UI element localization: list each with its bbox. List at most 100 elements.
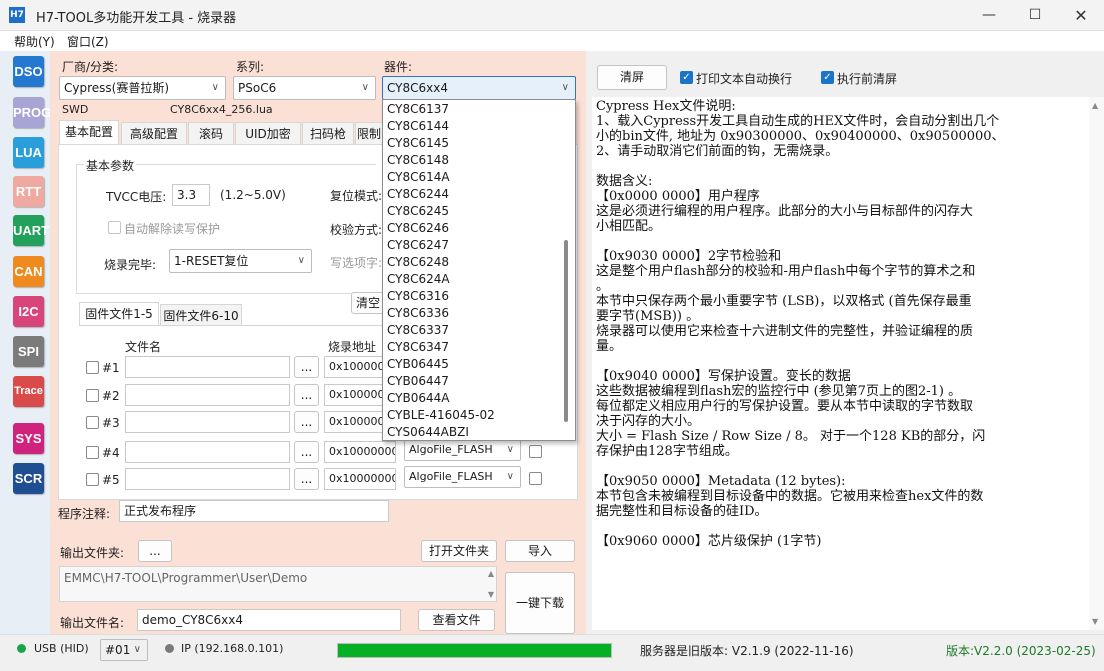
tab-basic[interactable]: 基本配置 [59,120,119,144]
file-row-checkbox[interactable] [86,446,99,459]
device-option[interactable]: CY8C6148 [387,152,449,169]
nav-can-button[interactable]: CAN [13,256,44,287]
log-line: 每位都定义相应用户行的写保护设置。要从本节中读取的字节数取 [596,399,974,414]
algo-file-select[interactable]: AlgoFile_FLASH ∨ [404,439,521,461]
file-name-input[interactable] [125,356,290,378]
device-option[interactable]: CY8C6137 [387,101,449,118]
import-button[interactable]: 导入 [505,540,575,562]
after-program-select[interactable]: 1-RESET复位 ∨ [169,249,312,273]
file-address-input[interactable]: 0x10000000 [324,441,396,463]
file-row-checkbox[interactable] [86,473,99,486]
scroll-down-icon[interactable]: ▼ [488,590,494,599]
file-address-input[interactable]: 0x10000000 [324,468,396,490]
device-option[interactable]: CY8C6244 [387,186,449,203]
device-option[interactable]: CY8C6246 [387,220,449,237]
auto-wrap-checkbox[interactable]: ✓ [680,71,693,84]
app-version-text: 版本:V2.2.0 (2023-02-25) [946,644,1096,658]
nav-prog-button[interactable]: PROG [13,97,51,128]
file-browse-button[interactable]: ... [294,411,319,433]
clear-before-label: 执行前清屏 [837,72,898,86]
tab-files-6-10[interactable]: 固件文件6-10 [160,304,242,326]
tab-scanner[interactable]: 扫码枪 [302,122,354,144]
file-row-checkbox[interactable] [86,389,99,402]
device-option[interactable]: CY8C6144 [387,118,449,135]
log-scrollbar[interactable]: ▲ ▼ [1089,97,1104,630]
file-row-checkbox[interactable] [86,361,99,374]
nav-scr-button[interactable]: SCR [13,463,44,494]
file-row-checkbox[interactable] [86,416,99,429]
nav-dso-button[interactable]: DSO [13,56,44,87]
tab-limit[interactable]: 限制 [355,122,383,144]
server-version-text: 服务器是旧版本: V2.1.9 (2022-11-16) [640,644,854,658]
close-icon[interactable]: ✕ [1058,0,1104,31]
open-folder-button[interactable]: 打开文件夹 [421,540,497,562]
device-select[interactable]: CY8C6xx4 ∨ [382,76,576,100]
tab-files-1-5[interactable]: 固件文件1-5 [79,302,159,326]
vendor-select[interactable]: Cypress(赛普拉斯) ∨ [59,76,226,100]
view-file-button[interactable]: 查看文件 [418,609,495,631]
log-line: 决于闪存的大小。 [596,414,701,429]
program-note-input[interactable]: 正式发布程序 [119,500,389,522]
tvcc-input[interactable]: 3.3 [172,184,210,206]
device-option[interactable]: CYB0644A [387,390,449,407]
device-option[interactable]: CY8C6347 [387,339,449,356]
tvcc-range: (1.2~5.0V) [220,188,286,202]
nav-uart-button[interactable]: UART [13,215,49,246]
tvcc-label: TVCC电压: [106,190,167,204]
device-option[interactable]: CY8C6316 [387,288,449,305]
algo-enable-checkbox[interactable] [529,472,542,485]
device-option[interactable]: CY8C6248 [387,254,449,271]
device-option[interactable]: CY8C614A [387,169,450,186]
nav-rtt-button[interactable]: RTT [13,176,44,207]
log-line: 【0x9050 0000】Metadata (12 bytes): [596,474,846,489]
device-option[interactable]: CY8C6145 [387,135,449,152]
nav-spi-button[interactable]: SPI [13,336,44,367]
file-browse-button[interactable]: ... [294,441,319,463]
dropdown-scrollbar-thumb[interactable] [564,240,568,422]
tab-advanced[interactable]: 高级配置 [121,122,187,144]
device-option[interactable]: CYS0644ABZI [387,424,469,441]
file-name-input[interactable] [125,468,290,490]
scroll-down-icon[interactable]: ▼ [1092,617,1098,626]
menu-window[interactable]: 窗口(Z) [67,33,109,50]
device-option[interactable]: CY8C624A [387,271,450,288]
file-name-input[interactable] [125,411,290,433]
port-select[interactable]: #01 ∨ [100,639,148,661]
tab-rolling-code[interactable]: 滚码 [188,122,234,144]
device-option[interactable]: CYB06445 [387,356,449,373]
algo-file-select[interactable]: AlgoFile_FLASH ∨ [404,466,521,488]
scroll-up-icon[interactable]: ▲ [1092,101,1098,110]
nav-lua-button[interactable]: LUA [13,137,44,168]
file-browse-button[interactable]: ... [294,384,319,406]
auto-unlock-checkbox[interactable] [108,221,121,234]
file-name-input[interactable] [125,441,290,463]
device-dropdown-list[interactable]: CY8C6137 CY8C6144 CY8C6145 CY8C6148 CY8C614A… [382,99,576,441]
nav-sys-button[interactable]: SYS [13,423,44,454]
device-option[interactable]: CYBLE-416045-02 [387,407,495,424]
clear-before-checkbox[interactable]: ✓ [821,71,834,84]
device-option[interactable]: CY8C6245 [387,203,449,220]
file-name-input[interactable] [125,384,290,406]
file-browse-button[interactable]: ... [294,356,319,378]
nav-i2c-button[interactable]: I2C [13,296,44,327]
device-option[interactable]: CY8C6336 [387,305,449,322]
clear-files-button[interactable]: 清空 [351,292,385,314]
file-browse-button[interactable]: ... [294,468,319,490]
one-click-download-button[interactable]: 一键下载 [505,572,575,634]
menu-help[interactable]: 帮助(Y) [14,33,55,50]
log-textarea[interactable]: Cypress Hex文件说明: 1、载入Cypress开发工具自动生成的HEX文… [592,97,1089,630]
tab-uid-encrypt[interactable]: UID加密 [235,122,301,144]
minimize-icon[interactable]: — [966,0,1012,31]
output-name-input[interactable]: demo_CY8C6xx4 [137,609,401,631]
series-select[interactable]: PSoC6 ∨ [233,76,376,100]
output-path-box[interactable]: EMMC\H7-TOOL\Programmer\User\Demo ▲ ▼ [59,566,497,602]
scroll-up-icon[interactable]: ▲ [488,569,494,578]
device-option[interactable]: CYB06447 [387,373,449,390]
device-option[interactable]: CY8C6247 [387,237,449,254]
maximize-icon[interactable]: ☐ [1012,0,1058,31]
device-option[interactable]: CY8C6337 [387,322,449,339]
nav-trace-button[interactable]: Trace [13,376,44,407]
clear-screen-button[interactable]: 清屏 [597,65,667,90]
algo-enable-checkbox[interactable] [529,445,542,458]
output-folder-browse-button[interactable]: ... [138,540,172,562]
